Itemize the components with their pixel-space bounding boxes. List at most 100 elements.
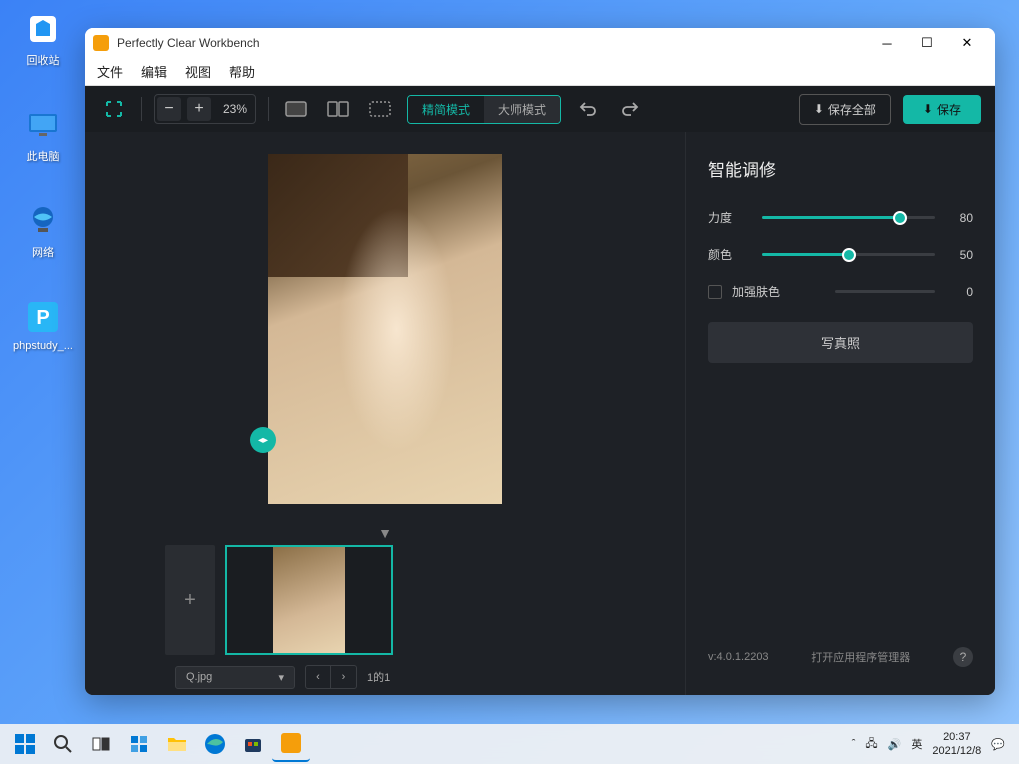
view-single-button[interactable] — [281, 94, 311, 124]
tray-chevron-icon[interactable]: ˆ — [852, 738, 856, 750]
panel-footer: v:4.0.1.2203 打开应用程序管理器 ? — [708, 647, 973, 667]
taskview-button[interactable] — [82, 726, 120, 762]
thumbnail-image — [273, 547, 345, 653]
mode-simple-button[interactable]: 精简模式 — [408, 96, 484, 123]
desktop-icon-network[interactable]: 网络 — [8, 200, 78, 260]
slider-label: 颜色 — [708, 246, 748, 263]
chevron-down-icon: ▾ — [278, 671, 284, 684]
undo-button[interactable] — [573, 94, 603, 124]
minimize-button[interactable]: ─ — [867, 29, 907, 57]
mode-toggle: 精简模式 大师模式 — [407, 95, 561, 124]
zoom-in-button[interactable]: + — [187, 97, 211, 121]
svg-text:P: P — [36, 307, 49, 329]
zoom-out-button[interactable]: − — [157, 97, 181, 121]
globe-icon — [22, 200, 64, 242]
menu-help[interactable]: 帮助 — [229, 62, 255, 81]
desktop-icon-this-pc[interactable]: 此电脑 — [8, 104, 78, 164]
crop-button[interactable] — [99, 94, 129, 124]
clock[interactable]: 20:37 2021/12/8 — [932, 730, 981, 759]
image-viewport[interactable]: ◂▸ — [85, 132, 685, 519]
menu-bar: 文件 编辑 视图 帮助 — [85, 58, 995, 86]
ime-indicator[interactable]: 英 — [911, 736, 922, 752]
slider-color: 颜色 50 — [708, 246, 973, 263]
zoom-level: 23% — [217, 102, 253, 116]
save-button[interactable]: ⬇保存 — [903, 95, 981, 124]
save-all-button[interactable]: ⬇保存全部 — [799, 94, 891, 125]
taskbar: ˆ 🖧 🔊 英 20:37 2021/12/8 💬 — [0, 724, 1019, 764]
menu-file[interactable]: 文件 — [97, 62, 123, 81]
slider-track[interactable] — [762, 216, 935, 219]
slider-value: 0 — [949, 285, 973, 299]
divider — [268, 97, 269, 121]
desktop-icon-label: 回收站 — [27, 52, 60, 68]
widgets-button[interactable] — [120, 726, 158, 762]
panel-title: 智能调修 — [708, 156, 973, 181]
slider-label: 力度 — [708, 209, 748, 226]
checkbox-label: 加强肤色 — [732, 283, 821, 300]
checkbox-input[interactable] — [708, 285, 722, 299]
page-indicator: 1的1 — [367, 669, 390, 685]
canvas-area: ◂▸ ▼ + Q.jpg▾ ‹ › 1的1 — [85, 132, 685, 695]
prev-button[interactable]: ‹ — [305, 665, 331, 689]
app-icon — [93, 35, 109, 51]
explorer-button[interactable] — [158, 726, 196, 762]
notification-tray-icon[interactable]: 💬 — [991, 738, 1005, 751]
slider-value: 50 — [949, 248, 973, 262]
view-split-v-button[interactable] — [365, 94, 395, 124]
system-tray: ˆ 🖧 🔊 英 20:37 2021/12/8 💬 — [852, 730, 1013, 759]
mode-master-button[interactable]: 大师模式 — [484, 96, 560, 123]
menu-view[interactable]: 视图 — [185, 62, 211, 81]
view-split-h-button[interactable] — [323, 94, 353, 124]
volume-tray-icon[interactable]: 🔊 — [888, 738, 902, 751]
checkbox-skin-enhance: 加强肤色 0 — [708, 283, 973, 300]
divider — [141, 97, 142, 121]
right-panel: 智能调修 力度 80 颜色 50 加强肤色 — [685, 132, 995, 695]
download-icon: ⬇ — [814, 102, 824, 116]
redo-button[interactable] — [615, 94, 645, 124]
download-icon: ⬇ — [923, 102, 933, 116]
edge-button[interactable] — [196, 726, 234, 762]
recycle-bin-icon — [22, 8, 64, 50]
close-button[interactable]: ✕ — [947, 29, 987, 57]
maximize-button[interactable]: ☐ — [907, 29, 947, 57]
store-button[interactable] — [234, 726, 272, 762]
toolbar: − + 23% 精简模式 大师模式 ⬇保存全部 ⬇保存 — [85, 86, 995, 132]
slider-thumb[interactable] — [893, 211, 907, 225]
app-taskbar-button[interactable] — [272, 726, 310, 762]
help-button[interactable]: ? — [953, 647, 973, 667]
date-label: 2021/12/8 — [932, 744, 981, 758]
add-image-button[interactable]: + — [165, 545, 215, 655]
version-label: v:4.0.1.2203 — [708, 651, 769, 663]
bottom-bar: Q.jpg▾ ‹ › 1的1 — [85, 659, 685, 695]
zoom-controls: − + 23% — [154, 94, 256, 124]
collapse-arrow-icon[interactable]: ▼ — [85, 525, 685, 541]
search-button[interactable] — [44, 726, 82, 762]
start-button[interactable] — [6, 726, 44, 762]
app-window: Perfectly Clear Workbench ─ ☐ ✕ 文件 编辑 视图… — [85, 28, 995, 695]
main-image — [268, 154, 502, 504]
compare-handle[interactable]: ◂▸ — [250, 427, 276, 453]
slider-thumb[interactable] — [842, 248, 856, 262]
slider-strength: 力度 80 — [708, 209, 973, 226]
thumbnail-selected[interactable] — [225, 545, 393, 655]
phpstudy-icon: P — [22, 296, 64, 338]
desktop-icon-label: 网络 — [32, 244, 54, 260]
menu-edit[interactable]: 编辑 — [141, 62, 167, 81]
desktop-icon-recycle-bin[interactable]: 回收站 — [8, 8, 78, 68]
preset-button[interactable]: 写真照 — [708, 322, 973, 363]
network-tray-icon[interactable]: 🖧 — [865, 735, 877, 754]
slider-value: 80 — [949, 211, 973, 225]
thumbnail-progress — [225, 653, 340, 655]
slider-track-disabled — [835, 290, 935, 293]
desktop-icon-label: 此电脑 — [27, 148, 60, 164]
slider-track[interactable] — [762, 253, 935, 256]
monitor-icon — [22, 104, 64, 146]
time-label: 20:37 — [932, 730, 981, 744]
file-selector[interactable]: Q.jpg▾ — [175, 666, 295, 689]
manager-link[interactable]: 打开应用程序管理器 — [811, 649, 910, 665]
window-title: Perfectly Clear Workbench — [117, 36, 867, 50]
desktop-icon-label: phpstudy_... — [13, 340, 73, 352]
title-bar: Perfectly Clear Workbench ─ ☐ ✕ — [85, 28, 995, 58]
desktop-icon-phpstudy[interactable]: P phpstudy_... — [8, 296, 78, 352]
next-button[interactable]: › — [331, 665, 357, 689]
